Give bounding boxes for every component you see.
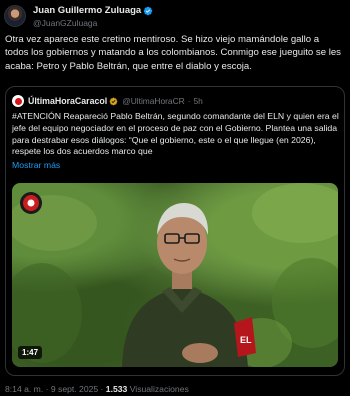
quoted-display-name[interactable]: ÚltimaHoraCaracol bbox=[28, 96, 107, 106]
verified-badge-icon bbox=[143, 6, 153, 15]
quoted-avatar-icon[interactable] bbox=[12, 95, 24, 107]
views-count: 1.533 bbox=[105, 384, 128, 394]
tweet-text: Otra vez aparece este cretino mentiroso.… bbox=[5, 34, 341, 72]
video-player[interactable]: EL 1:47 bbox=[12, 183, 338, 367]
quoted-tweet[interactable]: ÚltimaHoraCaracol @UltimaHoraCR · 5h #AT… bbox=[5, 86, 345, 376]
tweet-header: Juan Guillermo Zuluaga @JuanGZuluaga bbox=[4, 3, 153, 29]
user-avatar-icon[interactable] bbox=[4, 5, 26, 27]
show-more-link[interactable]: Mostrar más bbox=[12, 160, 60, 170]
quoted-text: #ATENCIÓN Reapareció Pablo Beltrán, segu… bbox=[12, 111, 339, 157]
quoted-time[interactable]: 5h bbox=[193, 96, 202, 106]
video-frame-illustration: EL bbox=[12, 183, 338, 367]
separator-dot: · bbox=[187, 96, 191, 106]
author-display-name[interactable]: Juan Guillermo Zuluaga bbox=[33, 5, 141, 16]
tweet-timestamp[interactable]: 8:14 a. m. · 9 sept. 2025 · bbox=[5, 384, 103, 394]
quoted-header: ÚltimaHoraCaracol @UltimaHoraCR · 5h bbox=[12, 94, 203, 108]
views-label: Visualizaciones bbox=[129, 384, 189, 394]
video-duration: 1:47 bbox=[18, 346, 43, 359]
author-handle[interactable]: @JuanGZuluaga bbox=[33, 18, 153, 28]
quoted-handle[interactable]: @UltimaHoraCR bbox=[122, 96, 184, 106]
tweet-footer: 8:14 a. m. · 9 sept. 2025 · 1.533 Visual… bbox=[5, 384, 189, 394]
svg-text:EL: EL bbox=[240, 335, 252, 345]
caracol-logo-icon bbox=[14, 97, 22, 105]
author-name-row: Juan Guillermo Zuluaga bbox=[33, 4, 153, 17]
quoted-verified-badge-icon bbox=[109, 97, 118, 105]
tweet[interactable]: Juan Guillermo Zuluaga @JuanGZuluaga Otr… bbox=[0, 0, 350, 396]
author-names: Juan Guillermo Zuluaga @JuanGZuluaga bbox=[33, 4, 153, 28]
